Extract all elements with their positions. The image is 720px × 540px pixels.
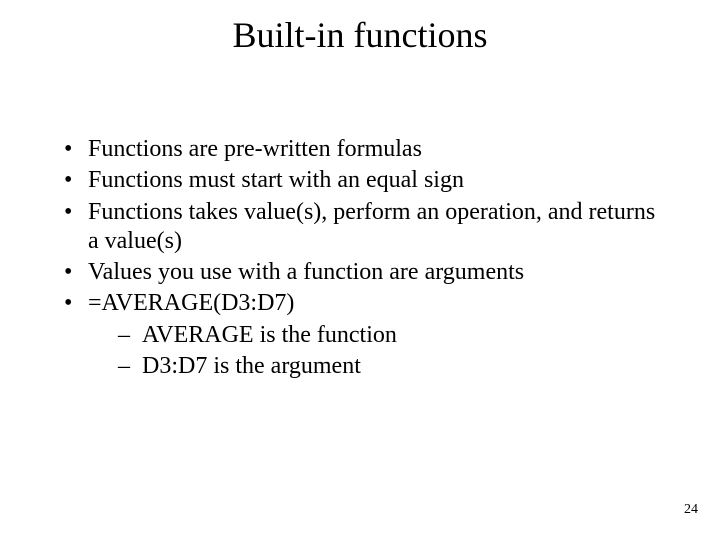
bullet-item: Functions must start with an equal sign	[60, 166, 660, 195]
bullet-item: =AVERAGE(D3:D7) AVERAGE is the function …	[60, 289, 660, 381]
sub-bullet-text: AVERAGE is the function	[142, 322, 397, 348]
bullet-item: Functions are pre-written formulas	[60, 135, 660, 164]
slide-body: Functions are pre-written formulas Funct…	[60, 135, 660, 383]
bullet-item: Functions takes value(s), perform an ope…	[60, 198, 660, 257]
bullet-text: Values you use with a function are argum…	[88, 259, 524, 285]
slide-title: Built-in functions	[0, 14, 720, 56]
slide: Built-in functions Functions are pre-wri…	[0, 0, 720, 540]
sub-bullet-item: AVERAGE is the function	[88, 321, 660, 350]
bullet-text: Functions must start with an equal sign	[88, 167, 464, 193]
bullet-text: =AVERAGE(D3:D7)	[88, 290, 294, 316]
bullet-text: Functions are pre-written formulas	[88, 136, 422, 162]
bullet-item: Values you use with a function are argum…	[60, 258, 660, 287]
sub-bullet-text: D3:D7 is the argument	[142, 353, 361, 379]
sub-bullet-list: AVERAGE is the function D3:D7 is the arg…	[88, 321, 660, 382]
bullet-text: Functions takes value(s), perform an ope…	[88, 199, 655, 254]
page-number: 24	[684, 502, 698, 518]
sub-bullet-item: D3:D7 is the argument	[88, 352, 660, 381]
bullet-list: Functions are pre-written formulas Funct…	[60, 135, 660, 381]
